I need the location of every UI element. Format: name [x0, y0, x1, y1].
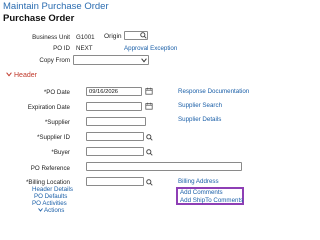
chevron-down-icon [38, 207, 43, 214]
supplier-id-label: *Supplier ID [36, 134, 70, 141]
po-id-label: PO ID [53, 45, 70, 52]
billing-location-input[interactable] [86, 177, 144, 186]
actions-menu[interactable]: Actions [38, 207, 64, 214]
app-title: Maintain Purchase Order [3, 1, 109, 12]
header-section-title: Header [14, 72, 37, 79]
supplier-id-input[interactable] [86, 132, 144, 141]
copy-from-label: Copy From [39, 57, 70, 64]
approval-exception-link[interactable]: Approval Exception [124, 45, 177, 52]
business-unit-label: Business Unit [32, 34, 70, 41]
supplier-input[interactable] [86, 117, 146, 126]
add-comments-link[interactable]: Add Comments [180, 189, 223, 196]
chevron-down-icon[interactable] [140, 56, 148, 64]
search-icon[interactable] [145, 133, 153, 141]
header-details-link[interactable]: Header Details [32, 186, 73, 193]
po-date-input[interactable]: 09/16/2026 [86, 87, 142, 96]
search-icon[interactable] [139, 31, 147, 39]
expiration-date-label: Expiration Date [27, 104, 70, 111]
header-section-toggle[interactable]: Header [6, 72, 37, 79]
chevron-down-icon [6, 72, 12, 79]
po-defaults-link[interactable]: PO Defaults [34, 193, 67, 200]
origin-label: Origin [104, 33, 122, 40]
search-icon[interactable] [145, 148, 153, 156]
billing-location-label: *Billing Location [25, 179, 70, 186]
po-date-label: *PO Date [43, 89, 70, 96]
copy-from-select[interactable] [73, 55, 149, 65]
buyer-input[interactable] [86, 147, 144, 156]
add-shipto-comments-link[interactable]: Add ShipTo Comments [180, 197, 243, 204]
supplier-label: *Supplier [44, 119, 70, 126]
page-title: Purchase Order [3, 13, 75, 24]
po-reference-label: PO Reference [30, 165, 70, 172]
buyer-label: *Buyer [51, 149, 70, 156]
supplier-search-link[interactable]: Supplier Search [178, 102, 222, 109]
po-activities-link[interactable]: PO Activities [32, 200, 67, 207]
actions-label: Actions [44, 207, 65, 214]
search-icon[interactable] [145, 178, 153, 186]
response-documentation-link[interactable]: Response Documentation [178, 88, 249, 95]
po-id-value: NEXT [76, 45, 93, 52]
billing-address-link[interactable]: Billing Address [178, 178, 219, 185]
calendar-icon[interactable] [145, 87, 153, 95]
calendar-icon[interactable] [145, 102, 153, 110]
business-unit-value: G1001 [76, 34, 95, 41]
supplier-details-link[interactable]: Supplier Details [178, 116, 221, 123]
expiration-date-input[interactable] [86, 102, 142, 111]
po-reference-input[interactable] [86, 162, 242, 171]
